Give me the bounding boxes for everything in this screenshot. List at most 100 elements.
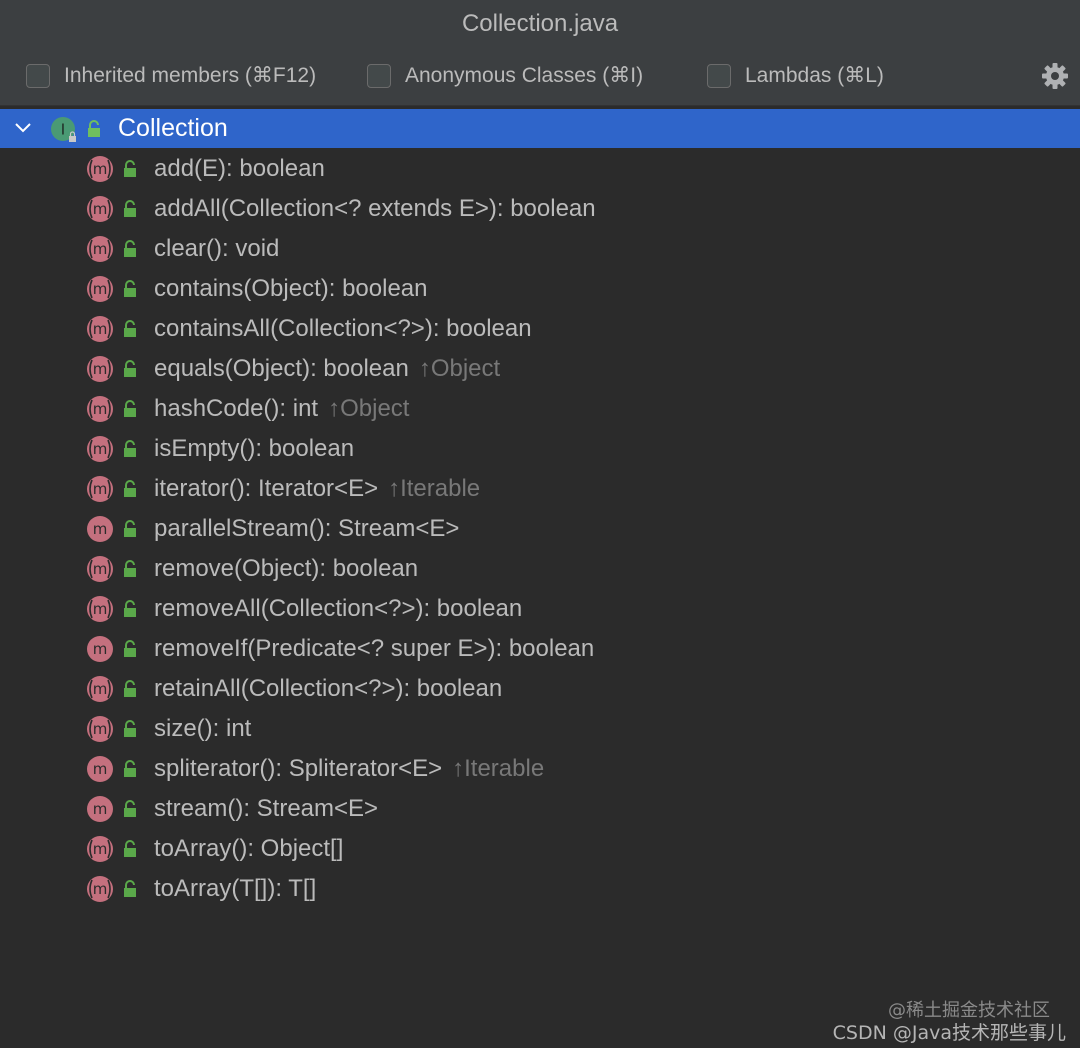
abstract-method-icon: m — [87, 236, 113, 262]
member-signature-text: stream(): Stream<E> — [154, 795, 379, 822]
tree-member-row[interactable]: m containsAll(Collection<?>): boolean — [0, 309, 1080, 349]
tree-member-row[interactable]: m clear(): void — [0, 229, 1080, 269]
member-signature-text: size(): int — [154, 715, 252, 742]
public-lock-icon — [124, 600, 136, 617]
anonymous-classes-label: Anonymous Classes (⌘I) — [405, 64, 644, 87]
svg-text:m: m — [93, 680, 108, 698]
member-signature: removeAll(Collection<?>): boolean — [154, 594, 522, 624]
abstract-method-icon: m — [87, 876, 113, 902]
public-lock-icon — [124, 160, 136, 177]
anonymous-classes-option[interactable]: Anonymous Classes (⌘I) — [367, 63, 643, 88]
abstract-method-icon: m — [87, 396, 113, 422]
member-signature: stream(): Stream<E> — [154, 794, 378, 824]
tree-member-row[interactable]: m removeAll(Collection<?>): boolean — [0, 589, 1080, 629]
inherited-from-label: ↑Object — [418, 355, 501, 382]
interface-icon: I — [51, 117, 76, 142]
window-title: Collection.java — [0, 0, 1080, 47]
svg-text:m: m — [93, 560, 108, 578]
tree-member-row[interactable]: m isEmpty(): boolean — [0, 429, 1080, 469]
public-lock-icon — [124, 840, 136, 857]
member-signature: retainAll(Collection<?>): boolean — [154, 674, 502, 704]
svg-text:m: m — [93, 160, 108, 178]
svg-text:m: m — [93, 600, 108, 618]
abstract-method-icon: m — [87, 596, 113, 622]
member-signature: iterator(): Iterator<E> ↑Iterable — [154, 474, 480, 504]
member-signature-text: add(E): boolean — [154, 155, 325, 182]
abstract-method-icon: m — [87, 356, 113, 382]
tree-member-row[interactable]: m stream(): Stream<E> — [0, 789, 1080, 829]
abstract-method-icon: m — [87, 676, 113, 702]
abstract-method-icon: m — [87, 436, 113, 462]
inherited-members-option[interactable]: Inherited members (⌘F12) — [26, 63, 316, 88]
tree-member-row[interactable]: m parallelStream(): Stream<E> — [0, 509, 1080, 549]
svg-text:m: m — [93, 640, 108, 658]
abstract-method-icon: m — [87, 716, 113, 742]
tree-member-row[interactable]: m equals(Object): boolean ↑Object — [0, 349, 1080, 389]
tree-member-row[interactable]: m contains(Object): boolean — [0, 269, 1080, 309]
public-lock-icon — [124, 720, 136, 737]
inherited-from-label: ↑Iterable — [388, 475, 481, 502]
svg-text:I: I — [61, 121, 65, 139]
member-signature-text: iterator(): Iterator<E> — [154, 475, 379, 502]
member-signature: remove(Object): boolean — [154, 554, 418, 584]
tree-member-row[interactable]: m toArray(): Object[] — [0, 829, 1080, 869]
svg-text:m: m — [93, 440, 108, 458]
svg-text:m: m — [93, 800, 108, 818]
tree-member-row[interactable]: m toArray(T[]): T[] — [0, 869, 1080, 909]
inherited-members-checkbox[interactable] — [26, 63, 50, 88]
public-lock-icon — [124, 760, 136, 777]
member-signature-text: equals(Object): boolean — [154, 355, 409, 382]
tree-member-row[interactable]: m removeIf(Predicate<? super E>): boolean — [0, 629, 1080, 669]
member-signature: spliterator(): Spliterator<E> ↑Iterable — [154, 754, 544, 784]
public-lock-icon — [124, 240, 136, 257]
member-signature: size(): int — [154, 714, 251, 744]
lambdas-checkbox[interactable] — [707, 63, 731, 88]
tree-member-row[interactable]: m hashCode(): int ↑Object — [0, 389, 1080, 429]
public-lock-icon — [124, 360, 136, 377]
inherited-from-label: ↑Iterable — [452, 755, 545, 782]
tree-member-row[interactable]: m size(): int — [0, 709, 1080, 749]
tree-root-label: Collection — [118, 114, 228, 142]
anonymous-classes-checkbox[interactable] — [367, 63, 391, 88]
tree-member-row[interactable]: m remove(Object): boolean — [0, 549, 1080, 589]
method-icon: m — [87, 756, 113, 782]
public-lock-icon — [124, 200, 136, 217]
public-lock-icon — [88, 120, 100, 137]
member-signature-text: removeIf(Predicate<? super E>): boolean — [154, 635, 595, 662]
svg-text:m: m — [93, 480, 108, 498]
tree-member-row[interactable]: m retainAll(Collection<?>): boolean — [0, 669, 1080, 709]
member-signature-text: retainAll(Collection<?>): boolean — [154, 675, 503, 702]
public-lock-icon — [124, 280, 136, 297]
member-signature-text: toArray(): Object[] — [154, 835, 344, 862]
gear-icon[interactable] — [1040, 61, 1070, 91]
tree-member-row[interactable]: m addAll(Collection<? extends E>): boolea… — [0, 189, 1080, 229]
member-signature: contains(Object): boolean — [154, 274, 428, 304]
lambdas-label: Lambdas (⌘L) — [745, 64, 884, 87]
abstract-method-icon: m — [87, 276, 113, 302]
public-lock-icon — [124, 680, 136, 697]
public-lock-icon — [124, 640, 136, 657]
member-signature: isEmpty(): boolean — [154, 434, 354, 464]
public-lock-icon — [124, 880, 136, 897]
chevron-down-icon[interactable] — [13, 120, 33, 136]
structure-tree: I Collection m add(E): boolean m addAll(Col… — [0, 109, 1080, 1048]
tree-root-collection[interactable]: I Collection — [0, 109, 1080, 148]
member-signature-text: isEmpty(): boolean — [154, 435, 355, 462]
public-lock-icon — [124, 560, 136, 577]
tree-member-row[interactable]: m add(E): boolean — [0, 149, 1080, 189]
public-lock-icon — [124, 400, 136, 417]
abstract-method-icon: m — [87, 556, 113, 582]
abstract-method-icon: m — [87, 156, 113, 182]
svg-text:m: m — [93, 360, 108, 378]
svg-text:m: m — [93, 200, 108, 218]
tree-member-row[interactable]: m spliterator(): Spliterator<E> ↑Iterable — [0, 749, 1080, 789]
member-signature: toArray(T[]): T[] — [154, 874, 316, 904]
lambdas-option[interactable]: Lambdas (⌘L) — [707, 63, 884, 88]
public-lock-icon — [124, 480, 136, 497]
public-lock-icon — [124, 800, 136, 817]
public-lock-icon — [124, 440, 136, 457]
method-icon: m — [87, 516, 113, 542]
public-lock-icon — [124, 520, 136, 537]
tree-member-row[interactable]: m iterator(): Iterator<E> ↑Iterable — [0, 469, 1080, 509]
member-signature-text: contains(Object): boolean — [154, 275, 428, 302]
